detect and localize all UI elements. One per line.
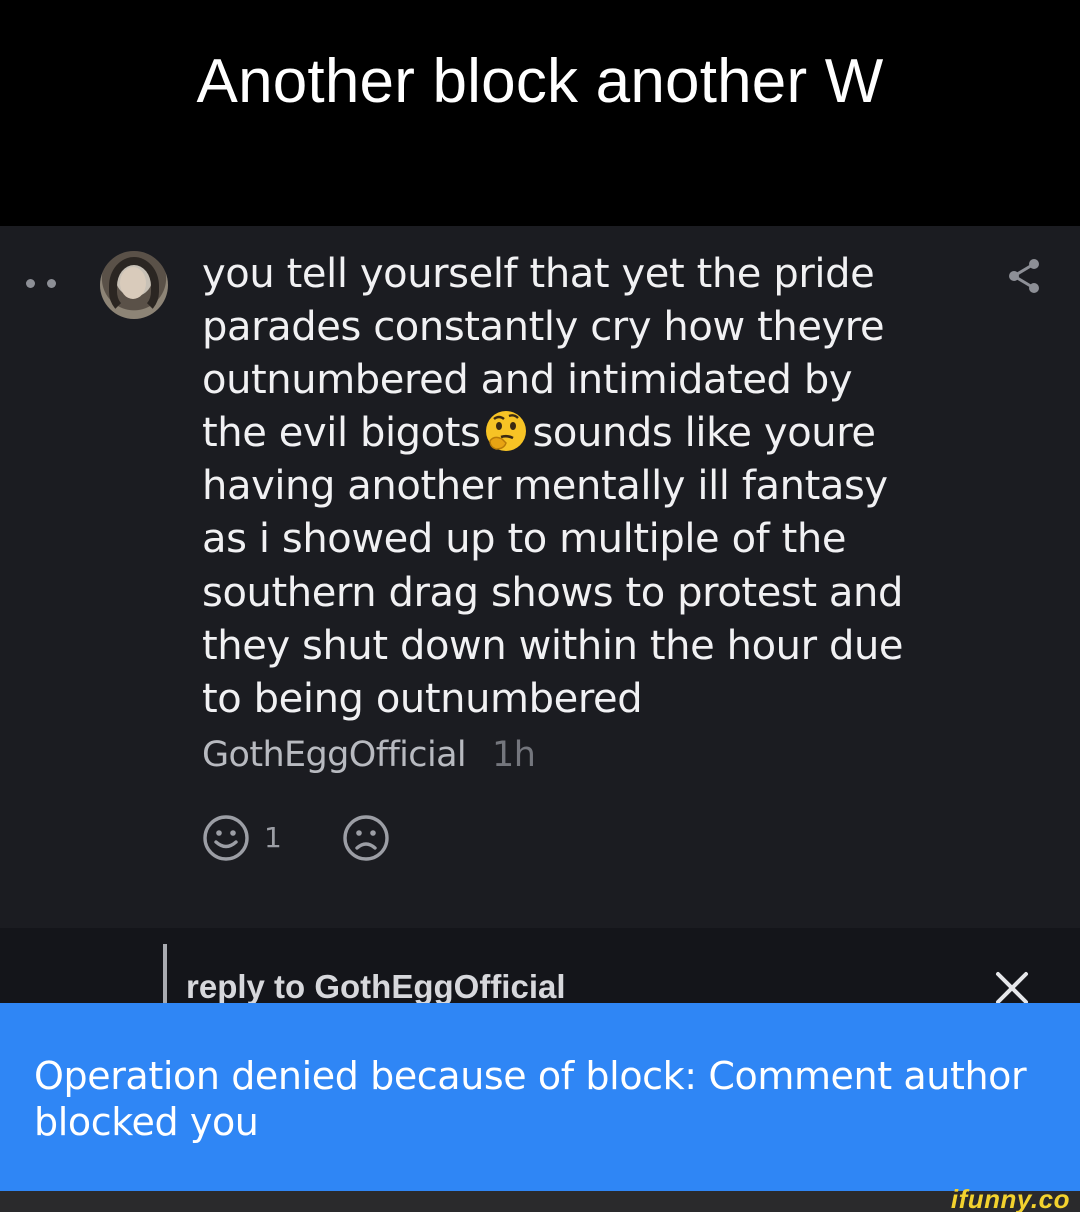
- smile-count: 1: [264, 821, 282, 854]
- frown-icon[interactable]: [342, 814, 390, 862]
- share-icon[interactable]: [1006, 257, 1042, 295]
- caption-title: Another block another W: [196, 47, 884, 116]
- comment-line-part: sounds like youre: [532, 410, 876, 457]
- comment-time: 1h: [492, 735, 536, 775]
- comment-line: having another mentally ill fantasy: [202, 463, 888, 510]
- indent-dot: [47, 279, 56, 288]
- comment-line: you tell yourself that yet the pride: [202, 251, 875, 297]
- avatar-face: [120, 267, 146, 299]
- avatar[interactable]: [100, 251, 168, 319]
- comment-meta: GothEggOfficial 1h: [202, 731, 536, 779]
- error-toast: Operation denied because of block: Comme…: [0, 1003, 1080, 1191]
- comment-line-part: the evil bigots: [202, 410, 481, 457]
- smile-icon[interactable]: [202, 814, 250, 862]
- comment-line: to being outnumbered: [202, 675, 643, 722]
- comment-line-with-emoji: the evil bigots sounds like youre: [202, 407, 962, 460]
- author-name[interactable]: GothEggOfficial: [202, 731, 467, 779]
- comment-line: they shut down within the hour due: [202, 622, 904, 669]
- reply-bar: reply to GothEggOfficial: [0, 928, 1080, 1005]
- indent-dot: [26, 279, 35, 288]
- comment-line: southern drag shows to protest and: [202, 569, 903, 616]
- toast-message: Operation denied because of block: Comme…: [34, 1054, 1027, 1144]
- thread-indent-dots: [26, 279, 56, 288]
- ifunny-watermark: ifunny.co: [950, 1184, 1070, 1212]
- comment-line: as i showed up to multiple of the: [202, 516, 847, 563]
- reply-divider: [163, 944, 167, 1004]
- footer-strip: ifunny.co: [0, 1185, 1080, 1212]
- thinking-face-icon: [486, 411, 527, 452]
- comment-card: you tell yourself that yet the pride par…: [0, 226, 1080, 928]
- comment-text: you tell yourself that yet the pride par…: [202, 248, 962, 726]
- comment-line: parades constantly cry how theyre: [202, 304, 885, 351]
- reaction-bar: 1: [202, 814, 390, 862]
- close-icon[interactable]: [992, 968, 1032, 1008]
- comment-line: outnumbered and intimidated by: [202, 357, 853, 404]
- meme-caption: Another block another W: [0, 0, 1080, 226]
- meme-frame: Another block another W you tell yoursel…: [0, 0, 1080, 1212]
